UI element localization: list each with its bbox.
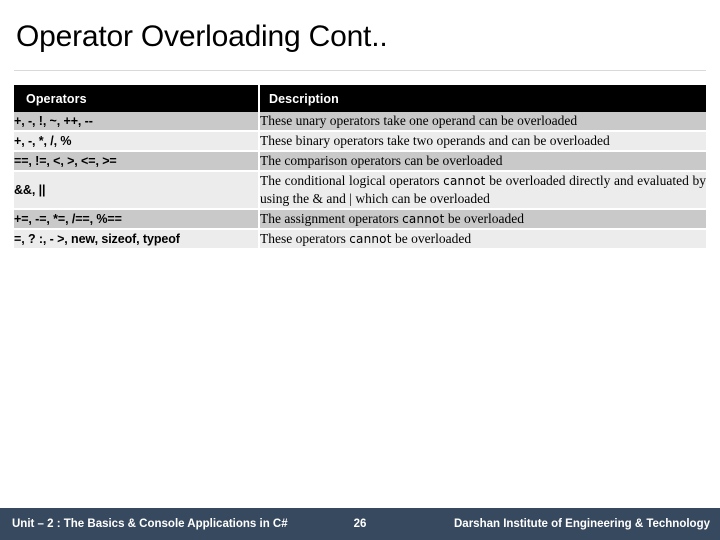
operator-overloading-table: Operators Description +, -, !, ~, ++, --… <box>14 85 706 248</box>
cell-description: These binary operators take two operands… <box>258 130 706 151</box>
slide-canvas: Operator Overloading Cont.. Operators De… <box>0 0 720 540</box>
description-fragment: be overloaded <box>444 211 524 226</box>
description-fragment: These operators <box>260 231 350 246</box>
description-fragment: cannot <box>349 232 392 246</box>
footer-institute-label: Darshan Institute of Engineering & Techn… <box>454 518 710 530</box>
description-fragment: cannot <box>443 174 486 188</box>
cell-operators: +, -, *, /, % <box>14 130 259 151</box>
table-row: +, -, !, ~, ++, -- These unary operators … <box>14 112 706 131</box>
description-fragment: These binary operators take two operands… <box>260 133 610 148</box>
description-fragment: be overloaded <box>391 231 472 246</box>
title-divider <box>14 70 706 71</box>
table-header-row: Operators Description <box>14 85 706 112</box>
table-body: +, -, !, ~, ++, -- These unary operators … <box>14 112 706 248</box>
description-fragment: cannot <box>402 212 445 226</box>
cell-description: These operators cannot be overloaded <box>258 228 706 248</box>
table-row: ==, !=, <, >, <=, >= The comparison opera… <box>14 150 706 171</box>
cell-description: The assignment operators cannot be overl… <box>258 208 706 229</box>
cell-description: The comparison operators can be overload… <box>258 150 706 171</box>
column-header-operators: Operators <box>14 85 259 112</box>
table-row: &&, || The conditional logical operators … <box>14 170 706 209</box>
cell-description: The conditional logical operators cannot… <box>258 170 706 209</box>
table-row: +, -, *, /, % These binary operators take… <box>14 130 706 151</box>
column-header-operators-label: Operators <box>26 91 87 106</box>
table-row: =, ? :, - >, new, sizeof, typeof These op… <box>14 228 706 248</box>
description-fragment: The comparison operators can be overload… <box>260 153 503 168</box>
table-header: Operators Description <box>14 85 706 112</box>
column-header-description-label: Description <box>269 91 339 106</box>
slide-footer: Unit – 2 : The Basics & Console Applicat… <box>0 508 720 540</box>
description-fragment: The conditional logical operators <box>260 173 444 188</box>
page-title: Operator Overloading Cont.. <box>16 20 388 53</box>
cell-operators: =, ? :, - >, new, sizeof, typeof <box>14 228 259 248</box>
column-header-description: Description <box>258 85 706 112</box>
cell-operators: +, -, !, ~, ++, -- <box>14 112 259 131</box>
description-fragment: The assignment operators <box>260 211 403 226</box>
cell-operators: +=, -=, *=, /==, %== <box>14 208 259 229</box>
table-row: +=, -=, *=, /==, %== The assignment opera… <box>14 208 706 229</box>
description-fragment: These unary operators take one operand c… <box>260 113 578 128</box>
cell-operators: ==, !=, <, >, <=, >= <box>14 150 259 171</box>
cell-description: These unary operators take one operand c… <box>258 112 706 131</box>
cell-operators: &&, || <box>14 170 259 209</box>
